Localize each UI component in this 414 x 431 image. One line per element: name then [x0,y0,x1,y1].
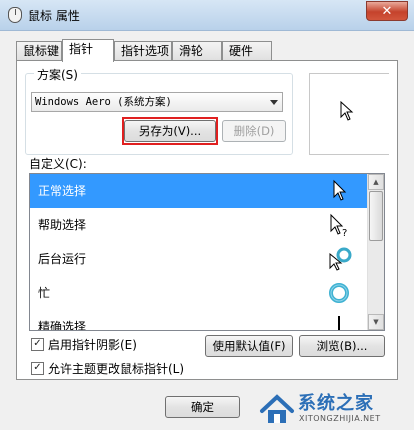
theme-checkbox-row[interactable]: ✓ 允许主题更改鼠标指针(L) [31,361,184,377]
list-item[interactable]: 后台运行 [30,242,370,276]
list-item[interactable]: 正常选择 [30,174,370,208]
custom-label: 自定义(C): [29,157,87,171]
tab-hardware[interactable]: 硬件 [222,41,272,60]
dialog-body: 鼠标键 指针 指针选项 滑轮 硬件 方案(S) Windows Aero (系统… [0,31,414,430]
list-item-label: 精确选择 [38,320,87,331]
list-item-label: 帮助选择 [38,218,87,232]
use-default-button[interactable]: 使用默认值(F) [205,335,293,357]
watermark-url: XITONGZHIJIA.NET [299,414,381,423]
tab-pointers[interactable]: 指针 [62,39,114,62]
tab-pointer-options[interactable]: 指针选项 [114,41,172,60]
close-button[interactable]: ✕ [366,1,408,21]
scroll-up-button[interactable]: ▲ [368,174,384,190]
cursor-preview [309,73,389,155]
list-item-label: 忙 [38,286,51,300]
scroll-down-button[interactable]: ▼ [368,314,384,330]
theme-checkbox-label: 允许主题更改鼠标指针(L) [48,362,185,376]
scheme-select[interactable]: Windows Aero (系统方案) [31,92,283,112]
list-item[interactable]: 忙 [30,276,370,310]
theme-checkbox[interactable]: ✓ [31,362,44,375]
cursor-list[interactable]: 正常选择 帮助选择 ? 后台运行 忙 精确选择 ▲ ▼ [29,173,385,331]
browse-button[interactable]: 浏览(B)... [299,335,385,357]
precision-cursor-icon [338,316,340,330]
shadow-checkbox-row[interactable]: ✓ 启用指针阴影(E) [31,337,137,353]
list-item[interactable]: 帮助选择 ? [30,208,370,242]
scheme-group: 方案(S) Windows Aero (系统方案) 另存为(V)... 删除(D… [25,66,293,155]
tab-wheel[interactable]: 滑轮 [172,41,222,60]
list-item-label: 后台运行 [38,252,87,266]
working-in-background-cursor-icon [329,247,352,271]
scroll-thumb[interactable] [369,191,383,241]
svg-text:?: ? [342,228,347,238]
watermark-logo: 系统之家 XITONGZHIJIA.NET [254,387,414,431]
delete-button: 删除(D) [222,120,286,142]
shadow-checkbox-label: 启用指针阴影(E) [48,338,137,352]
tab-buttons[interactable]: 鼠标键 [16,41,62,60]
window-title: 鼠标 属性 [28,9,80,23]
scheme-selected-value: Windows Aero (系统方案) [35,96,172,108]
arrow-cursor-icon [340,101,354,121]
chevron-down-icon [270,100,278,105]
shadow-checkbox[interactable]: ✓ [31,338,44,351]
arrow-cursor-icon [333,179,347,201]
house-logo-icon [260,394,294,423]
close-icon: ✕ [381,4,393,19]
annotation-highlight [122,117,218,145]
watermark-text: 系统之家 [298,393,374,414]
busy-cursor-icon [329,283,349,303]
pointers-panel: 方案(S) Windows Aero (系统方案) 另存为(V)... 删除(D… [16,60,398,380]
list-item-label: 正常选择 [38,184,87,198]
list-item[interactable]: 精确选择 [30,310,370,331]
help-cursor-icon: ? [330,213,347,238]
title-bar[interactable]: 鼠标 属性 ✕ [0,0,414,31]
scheme-label: 方案(S) [34,66,81,83]
mouse-icon [8,7,22,23]
ok-button[interactable]: 确定 [165,396,240,418]
list-scrollbar[interactable]: ▲ ▼ [367,174,384,330]
